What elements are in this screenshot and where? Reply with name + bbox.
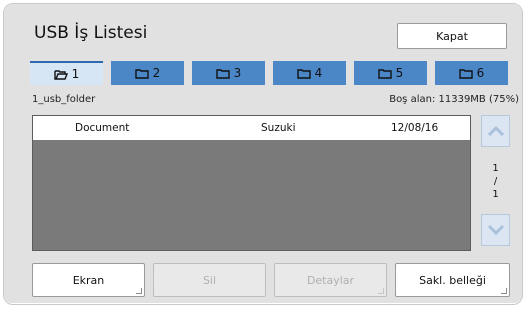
open-folder-icon [53, 69, 68, 80]
job-name: Document [75, 122, 130, 134]
tab-label: 3 [233, 66, 242, 80]
page-indicator: 1 / 1 [481, 162, 510, 201]
folder-icon [377, 68, 392, 79]
tab-folder-4[interactable]: 4 [273, 61, 346, 85]
chevron-down-icon [487, 224, 504, 236]
folder-name: 1_usb_folder [32, 94, 96, 105]
delete-button[interactable]: Sil [153, 263, 266, 297]
chevron-up-icon [487, 125, 504, 137]
tab-label: 1 [71, 67, 80, 81]
tab-folder-1[interactable]: 1 [30, 61, 103, 85]
current-page: 1 [492, 163, 499, 174]
page-separator: / [493, 176, 498, 187]
tab-folder-6[interactable]: 6 [435, 61, 508, 85]
save-memory-button-label: Sakl. belleği [419, 273, 486, 287]
corner-mark [501, 288, 507, 294]
save-memory-button[interactable]: Sakl. belleği [395, 263, 510, 297]
tab-label: 5 [395, 66, 404, 80]
display-button[interactable]: Ekran [32, 263, 145, 297]
folder-icon [458, 68, 473, 79]
window-title: USB İş Listesi [34, 23, 148, 43]
close-button[interactable]: Kapat [397, 23, 507, 49]
job-date: 12/08/16 [391, 122, 439, 134]
delete-button-label: Sil [202, 273, 217, 287]
folder-icon [215, 68, 230, 79]
total-pages: 1 [492, 189, 499, 200]
tab-label: 4 [314, 66, 323, 80]
tab-label: 2 [152, 66, 161, 80]
corner-mark [378, 288, 384, 294]
scroll-down-button[interactable] [481, 214, 510, 246]
free-space-indicator: Boş alan: 11339MB (75%) [389, 94, 519, 105]
scroll-up-button[interactable] [481, 115, 510, 147]
display-button-label: Ekran [72, 273, 105, 287]
corner-mark [136, 288, 142, 294]
folder-icon [296, 68, 311, 79]
tab-folder-2[interactable]: 2 [111, 61, 184, 85]
details-button[interactable]: Detaylar [274, 263, 387, 297]
tab-folder-3[interactable]: 3 [192, 61, 265, 85]
job-owner: Suzuki [261, 122, 296, 134]
tab-label: 6 [476, 66, 485, 80]
title-bar: USB İş Listesi Kapat [4, 4, 522, 58]
details-button-label: Detaylar [306, 273, 355, 287]
job-list: Document Suzuki 12/08/16 [32, 115, 471, 251]
job-row[interactable]: Document Suzuki 12/08/16 [33, 116, 470, 140]
folder-icon [134, 68, 149, 79]
tab-folder-5[interactable]: 5 [354, 61, 427, 85]
